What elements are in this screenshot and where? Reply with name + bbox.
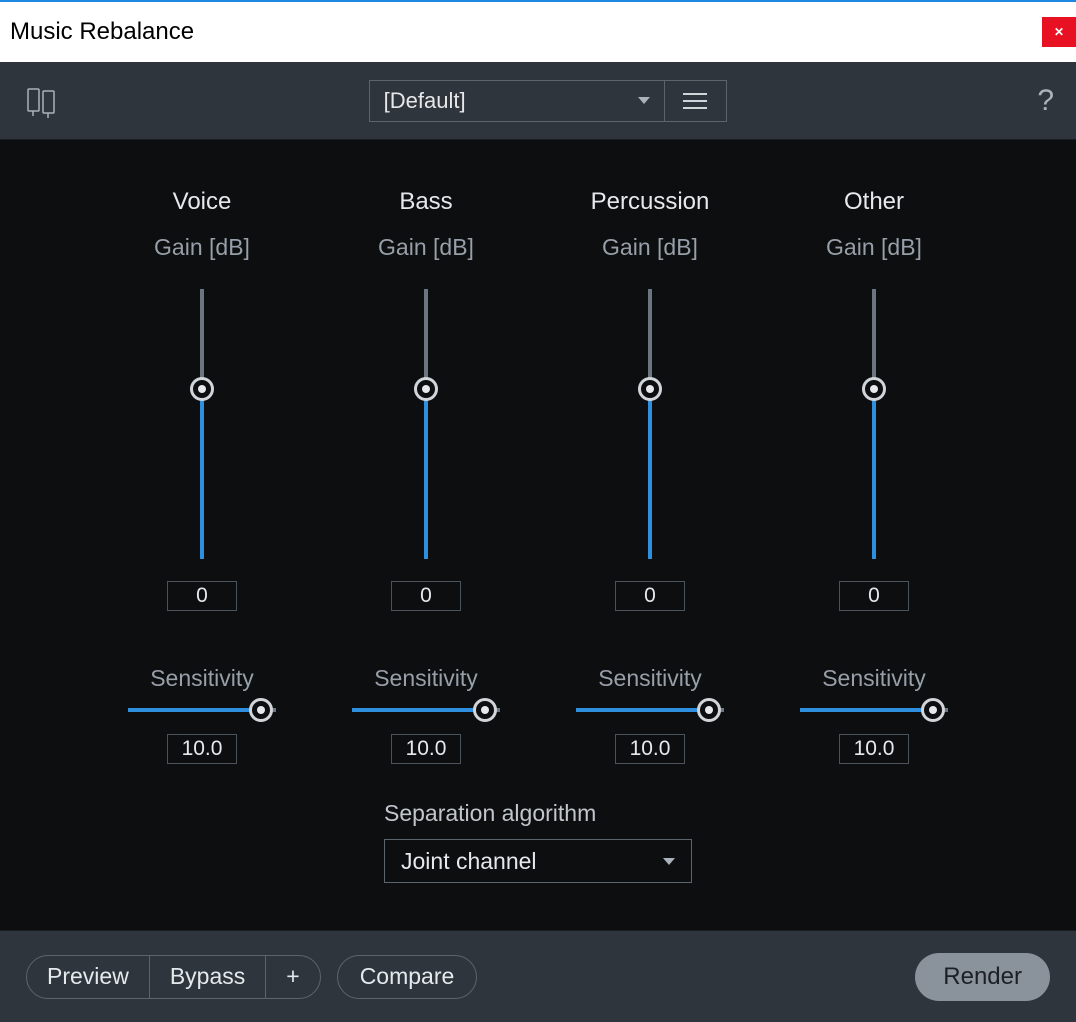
slider-thumb-icon[interactable] — [697, 698, 721, 722]
preset-select[interactable]: [Default] — [369, 80, 665, 122]
sensitivity-slider-other[interactable] — [800, 708, 948, 712]
sensitivity-label: Sensitivity — [374, 665, 478, 692]
add-button[interactable]: + — [266, 956, 319, 998]
gain-value-other[interactable]: 0 — [839, 581, 909, 611]
preset-select-value: [Default] — [384, 88, 466, 114]
sensitivity-label: Sensitivity — [822, 665, 926, 692]
preview-button[interactable]: Preview — [27, 956, 150, 998]
channel-voice: Voice Gain [dB] 0 Sensitivity 10.0 — [90, 188, 314, 764]
channel-title-other: Other — [844, 188, 904, 216]
gain-slider-voice[interactable] — [200, 289, 204, 559]
music-rebalance-icon — [22, 83, 58, 119]
slider-thumb-icon[interactable] — [862, 377, 886, 401]
footer: Preview Bypass + Compare Render — [0, 930, 1076, 1022]
help-button[interactable]: ? — [1037, 84, 1054, 118]
channel-other: Other Gain [dB] 0 Sensitivity 10.0 — [762, 188, 986, 764]
separation-algorithm-value: Joint channel — [401, 848, 537, 875]
gain-slider-other[interactable] — [872, 289, 876, 559]
slider-thumb-icon[interactable] — [190, 377, 214, 401]
sensitivity-value-percussion[interactable]: 10.0 — [615, 734, 685, 764]
menu-button[interactable] — [665, 80, 727, 122]
gain-slider-percussion[interactable] — [648, 289, 652, 559]
slider-thumb-icon[interactable] — [921, 698, 945, 722]
gain-slider-bass[interactable] — [424, 289, 428, 559]
separation-algorithm-section: Separation algorithm Joint channel — [384, 800, 692, 883]
channel-title-percussion: Percussion — [591, 188, 710, 216]
channel-percussion: Percussion Gain [dB] 0 Sensitivity 10.0 — [538, 188, 762, 764]
titlebar: Music Rebalance ✕ — [0, 0, 1076, 62]
channel-title-voice: Voice — [173, 188, 232, 216]
preview-button-group: Preview Bypass + — [26, 955, 321, 999]
main-panel: Voice Gain [dB] 0 Sensitivity 10.0 Bass Gain [… — [0, 140, 1076, 930]
chevron-down-icon — [638, 97, 650, 104]
render-button[interactable]: Render — [915, 953, 1050, 1001]
slider-thumb-icon[interactable] — [414, 377, 438, 401]
sensitivity-label: Sensitivity — [150, 665, 254, 692]
close-button[interactable]: ✕ — [1042, 17, 1076, 47]
slider-thumb-icon[interactable] — [249, 698, 273, 722]
sensitivity-value-voice[interactable]: 10.0 — [167, 734, 237, 764]
sensitivity-value-other[interactable]: 10.0 — [839, 734, 909, 764]
sensitivity-slider-voice[interactable] — [128, 708, 276, 712]
chevron-down-icon — [663, 858, 675, 865]
separation-algorithm-select[interactable]: Joint channel — [384, 839, 692, 883]
window-title: Music Rebalance — [10, 18, 194, 46]
close-icon: ✕ — [1054, 25, 1064, 39]
gain-value-percussion[interactable]: 0 — [615, 581, 685, 611]
channel-title-bass: Bass — [399, 188, 452, 216]
gain-label: Gain [dB] — [154, 234, 250, 261]
slider-thumb-icon[interactable] — [473, 698, 497, 722]
gain-label: Gain [dB] — [826, 234, 922, 261]
gain-value-voice[interactable]: 0 — [167, 581, 237, 611]
hamburger-icon — [683, 93, 707, 109]
sensitivity-slider-percussion[interactable] — [576, 708, 724, 712]
sensitivity-value-bass[interactable]: 10.0 — [391, 734, 461, 764]
slider-thumb-icon[interactable] — [638, 377, 662, 401]
channel-bass: Bass Gain [dB] 0 Sensitivity 10.0 — [314, 188, 538, 764]
bypass-button[interactable]: Bypass — [150, 956, 266, 998]
separation-algorithm-label: Separation algorithm — [384, 800, 596, 827]
gain-label: Gain [dB] — [378, 234, 474, 261]
sensitivity-label: Sensitivity — [598, 665, 702, 692]
toolbar: [Default] ? — [0, 62, 1076, 140]
sensitivity-slider-bass[interactable] — [352, 708, 500, 712]
gain-label: Gain [dB] — [602, 234, 698, 261]
gain-value-bass[interactable]: 0 — [391, 581, 461, 611]
compare-button[interactable]: Compare — [337, 955, 478, 999]
